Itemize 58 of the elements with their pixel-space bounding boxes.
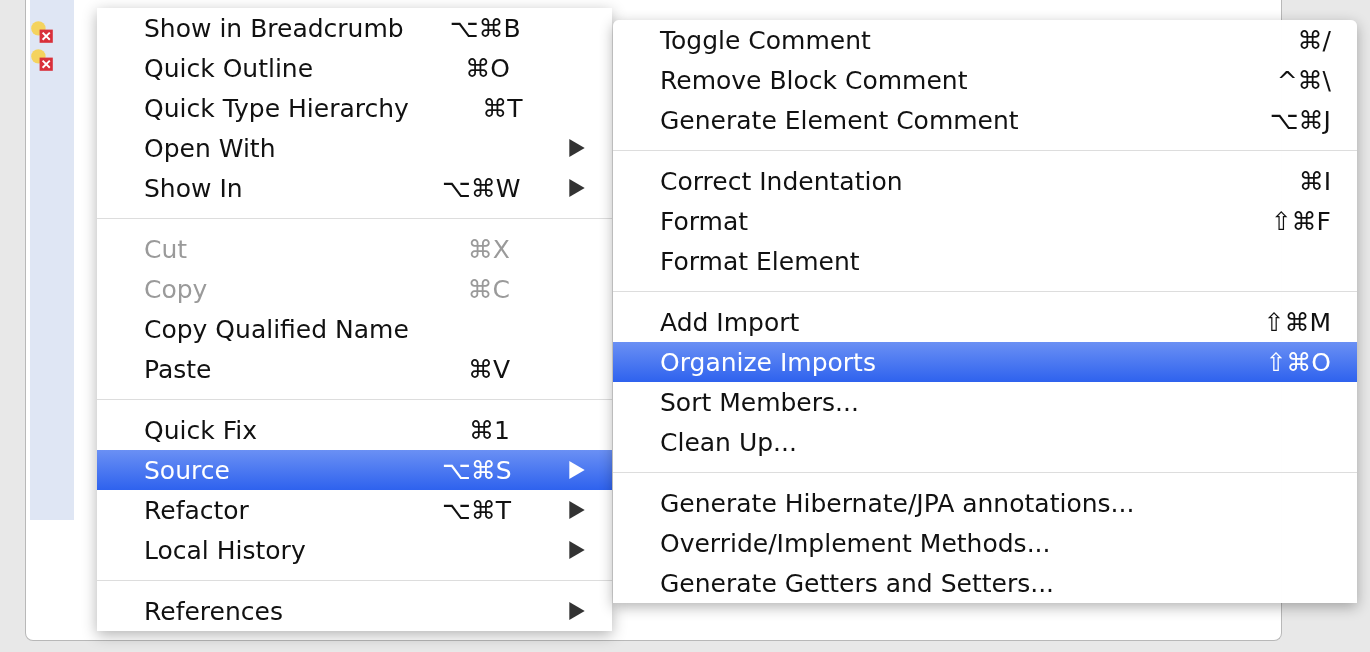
menu-item[interactable]: Add Import ⇧⌘M [613, 302, 1357, 342]
menu-item[interactable]: Copy Qualified Name [97, 309, 612, 349]
menu-item[interactable]: Format Element [613, 241, 1357, 281]
menu-item[interactable]: Generate Hibernate/JPA annotations... [613, 483, 1357, 523]
menu-item[interactable]: Clean Up... [613, 422, 1357, 462]
menu-item[interactable]: Quick Fix ⌘1 [97, 410, 612, 450]
menu-item-label: Quick Fix [144, 415, 258, 445]
menu-item[interactable]: Generate Getters and Setters... [613, 563, 1357, 603]
shortcut-text: ⌘/ [1297, 25, 1332, 55]
shortcut-text: ⌥⌘J [1269, 105, 1332, 135]
menu-item[interactable]: Refactor ⌥⌘T [97, 490, 612, 530]
menu-item-label: Paste [144, 354, 213, 384]
menu-item-label: Cut [144, 234, 189, 264]
menu-item-label: Open With [144, 133, 277, 163]
menu-item[interactable]: Correct Indentation ⌘I [613, 161, 1357, 201]
menu-item-label: Copy Qualified Name [144, 314, 409, 344]
menu-item[interactable]: Generate Element Comment ⌥⌘J [613, 100, 1357, 140]
menu-item-label: References [144, 596, 284, 626]
shortcut-text: ⇧⌘M [1263, 307, 1332, 337]
menu-item[interactable]: Quick Outline ⌘O [97, 48, 612, 88]
shortcut-text: ⌥⌘B [449, 13, 521, 43]
menu-item-label: Quick Outline [144, 53, 315, 83]
menu-item[interactable]: Format ⇧⌘F [613, 201, 1357, 241]
shortcut-text: ⌥⌘T [442, 495, 512, 525]
lightbulb-error-icon [30, 48, 54, 72]
menu-item[interactable]: Sort Members... [613, 382, 1357, 422]
shortcut-text: ⌘C [467, 274, 510, 304]
menu-item[interactable]: Toggle Comment ⌘/ [613, 20, 1357, 60]
menu-item[interactable]: Local History [97, 530, 612, 570]
shortcut-text: ⌘O [465, 53, 510, 83]
menu-item[interactable]: Source ⌥⌘S [97, 450, 612, 490]
shortcut-text: ⌥⌘S [442, 455, 512, 485]
menu-item-label: Copy [144, 274, 209, 304]
shortcut-text: ⌘I [1298, 166, 1332, 196]
menu-item[interactable]: Paste ⌘V [97, 349, 612, 389]
menu-item[interactable]: Organize Imports ⇧⌘O [613, 342, 1357, 382]
menu-item-label: Quick Type Hierarchy [144, 93, 409, 123]
shortcut-text: ⇧⌘F [1270, 206, 1332, 236]
menu-item[interactable]: Show In ⌥⌘W [97, 168, 612, 208]
menu-item[interactable]: Show in Breadcrumb ⌥⌘B [97, 8, 612, 48]
menu-item[interactable]: Open With [97, 128, 612, 168]
menu-item[interactable]: Quick Type Hierarchy ⌘T [97, 88, 612, 128]
menu-item-label: Refactor [144, 495, 250, 525]
menu-item-label: Show In [144, 173, 244, 203]
menu-item-label: Show in Breadcrumb [144, 13, 404, 43]
lightbulb-error-icon [30, 20, 54, 44]
shortcut-text: ⇧⌘O [1265, 347, 1332, 377]
shortcut-text: ⌘V [467, 354, 510, 384]
shortcut-text: ⌘T [482, 93, 523, 123]
menu-item[interactable]: Override/Implement Methods... [613, 523, 1357, 563]
shortcut-text: ⌘1 [469, 415, 510, 445]
menu-item-label: Local History [144, 535, 307, 565]
shortcut-text: ⌘X [467, 234, 510, 264]
shortcut-text: ^⌘\ [1276, 65, 1332, 95]
menu-item[interactable]: References [97, 591, 612, 631]
shortcut-text: ⌥⌘W [442, 173, 521, 203]
menu-item-label: Source [144, 455, 231, 485]
menu-item[interactable]: Remove Block Comment ^⌘\ [613, 60, 1357, 100]
